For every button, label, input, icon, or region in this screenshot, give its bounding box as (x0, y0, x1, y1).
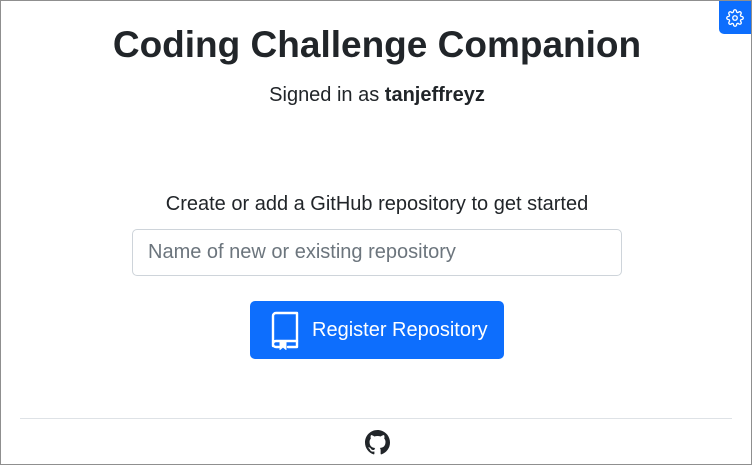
github-link[interactable] (365, 430, 390, 455)
book-icon (271, 311, 299, 350)
footer-divider (20, 418, 732, 419)
username: tanjeffreyz (384, 84, 485, 106)
github-icon (365, 430, 390, 455)
register-prompt: Create or add a GitHub repository to get… (165, 193, 589, 215)
app-window: Coding Challenge Companion Signed in as … (0, 0, 752, 465)
page-title: Coding Challenge Companion (112, 24, 642, 65)
register-repository-label: Register Repository (312, 319, 488, 341)
repository-name-input[interactable] (132, 229, 622, 276)
signed-in-status: Signed in as tanjeffreyz (1, 83, 751, 107)
register-repository-button[interactable]: Register Repository (250, 301, 504, 359)
signed-in-prefix: Signed in as (269, 84, 385, 106)
